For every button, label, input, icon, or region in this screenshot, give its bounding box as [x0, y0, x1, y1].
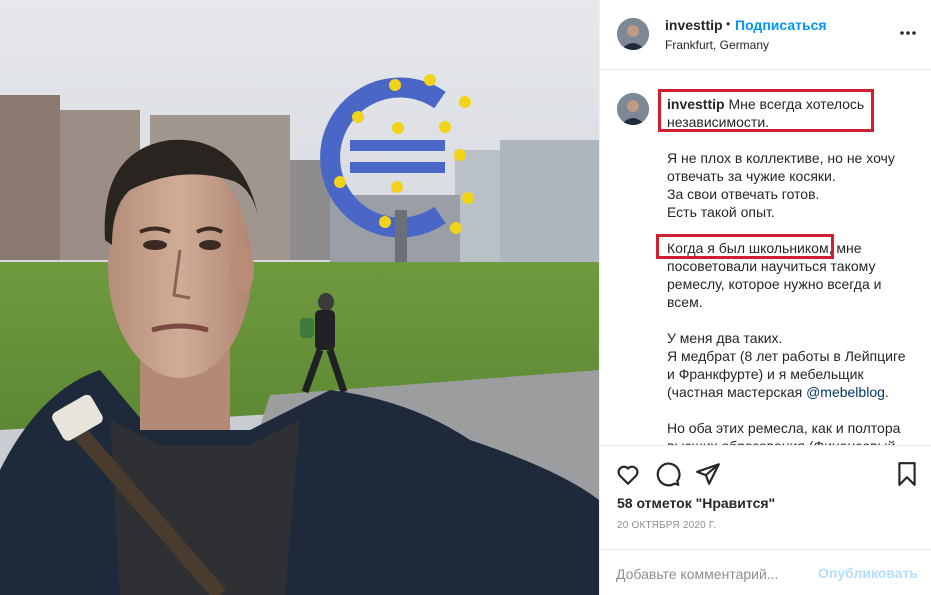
post-header: investtip • Подписаться Frankfurt, Germa… — [600, 0, 931, 70]
post-sidebar: investtip • Подписаться Frankfurt, Germa… — [599, 0, 931, 595]
caption-line: Когда я был школьником, мне — [667, 240, 862, 256]
header-username[interactable]: investtip — [665, 17, 723, 33]
caption-line: Я не плох в коллективе, но не хочу — [667, 150, 895, 166]
caption-line: Но оба этих ремесла, как и полтора — [667, 420, 901, 436]
caption-line: посоветовали научиться такому — [667, 258, 876, 274]
comments-section[interactable]: investtip Мне всегда хотелось независимо… — [600, 71, 931, 445]
location-link[interactable]: Frankfurt, Germany — [665, 38, 769, 52]
publish-button[interactable]: Опубликовать — [818, 565, 918, 581]
caption-line: и Франкфурте) и я мебельщик — [667, 366, 864, 382]
mention-link[interactable]: @mebelblog — [806, 384, 885, 400]
caption-username[interactable]: investtip — [667, 96, 725, 112]
post-photo[interactable] — [0, 0, 599, 595]
caption-line: Есть такой опыт. — [667, 204, 775, 220]
likes-count[interactable]: 58 отметок "Нравится" — [617, 495, 775, 511]
caption-line: независимости. — [667, 114, 770, 130]
heart-icon[interactable] — [615, 461, 641, 487]
caption-line: Мне всегда хотелось — [728, 96, 865, 112]
comment-icon[interactable] — [655, 461, 681, 487]
caption-line: высших образования (Финансовый — [667, 437, 912, 445]
follow-button[interactable]: Подписаться — [735, 17, 827, 33]
avatar[interactable] — [617, 18, 649, 50]
post-caption: investtip Мне всегда хотелось независимо… — [667, 95, 912, 445]
post-date[interactable]: 20 ОКТЯБРЯ 2020 Г. — [617, 520, 716, 531]
share-icon[interactable] — [695, 461, 721, 487]
separator-dot: • — [726, 17, 731, 31]
caption-line: . — [884, 384, 889, 400]
post-actions: 58 отметок "Нравится" 20 ОКТЯБРЯ 2020 Г.… — [600, 445, 931, 595]
more-horizontal-icon[interactable] — [898, 26, 918, 40]
caption-line: За свои отвечать готов. — [667, 186, 820, 202]
bookmark-icon[interactable] — [894, 461, 920, 487]
comment-form: Опубликовать — [600, 549, 931, 595]
caption-line: отвечать за чужие косяки. — [667, 168, 836, 184]
caption-line: ремеслу, которое нужно всегда и — [667, 276, 882, 292]
caption-line: всем. — [667, 294, 703, 310]
caption-line: Я медбрат (8 лет работы в Лейпциге — [667, 348, 906, 364]
caption-line: У меня два таких. — [667, 330, 783, 346]
caption-avatar[interactable] — [617, 93, 649, 125]
caption-line: (частная мастерская — [667, 384, 807, 400]
comment-input[interactable] — [616, 562, 816, 586]
